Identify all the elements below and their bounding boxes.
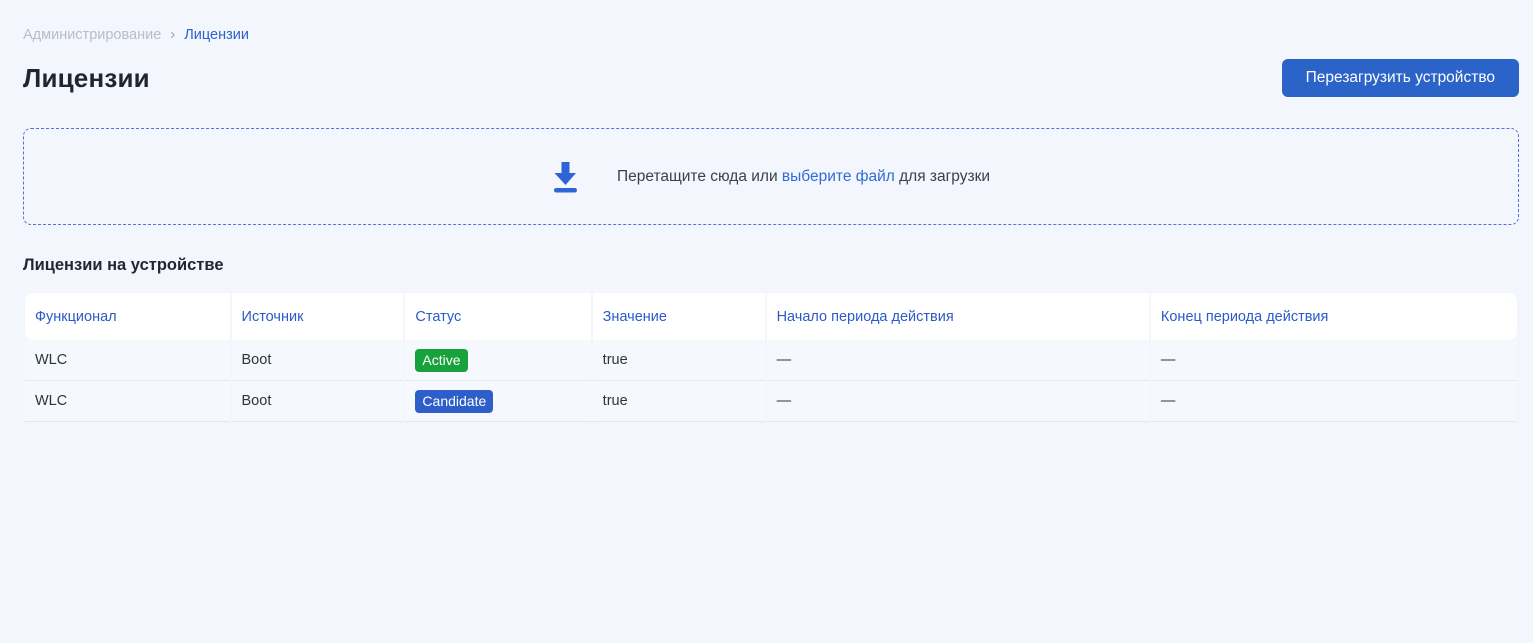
dropzone-text-after: для загрузки (894, 167, 991, 185)
file-dropzone[interactable]: Перетащите сюда или выберите файл для за… (23, 128, 1519, 225)
column-header-value: Значение (592, 293, 765, 340)
download-icon (553, 161, 577, 192)
status-badge: Active (415, 348, 468, 372)
cell-end: — (1150, 381, 1517, 422)
cell-source: Boot (231, 340, 404, 381)
cell-end: — (1150, 340, 1517, 381)
cell-status: Candidate (405, 381, 591, 422)
page-title: Лицензии (23, 62, 150, 93)
cell-value: true (592, 381, 765, 422)
table-header-row: Функционал Источник Статус Значение Нача… (25, 293, 1517, 340)
cell-functional: WLC (25, 381, 230, 422)
choose-file-link[interactable]: выберите файл (782, 168, 895, 185)
dropzone-text: Перетащите сюда или выберите файл для за… (617, 168, 990, 186)
column-header-end: Конец периода действия (1150, 293, 1517, 340)
breadcrumb-item-licenses[interactable]: Лицензии (184, 27, 249, 43)
dropzone-content: Перетащите сюда или выберите файл для за… (552, 161, 990, 193)
cell-value: true (592, 340, 765, 381)
title-row: Лицензии Перезагрузить устройство (23, 59, 1519, 97)
reboot-device-button[interactable]: Перезагрузить устройство (1281, 59, 1519, 97)
cell-start: — (766, 340, 1149, 381)
cell-functional: WLC (25, 340, 230, 381)
licenses-table: Функционал Источник Статус Значение Нача… (23, 293, 1519, 422)
cell-status: Active (405, 340, 591, 381)
chevron-right-icon: › (170, 25, 176, 43)
status-badge: Candidate (415, 389, 494, 413)
cell-start: — (766, 381, 1149, 422)
column-header-source: Источник (231, 293, 404, 340)
table-row: WLC Boot Candidate true — — (25, 381, 1517, 422)
page-content: Администрирование › Лицензии Лицензии Пе… (0, 0, 1533, 422)
breadcrumb: Администрирование › Лицензии (23, 0, 1519, 44)
breadcrumb-item-administration[interactable]: Администрирование (23, 27, 161, 43)
licenses-section-title: Лицензии на устройстве (23, 256, 224, 274)
table-row: WLC Boot Active true — — (25, 340, 1517, 381)
column-header-status: Статус (405, 293, 591, 340)
cell-source: Boot (231, 381, 404, 422)
column-header-start: Начало периода действия (766, 293, 1149, 340)
dropzone-text-before: Перетащите сюда или (616, 167, 782, 185)
column-header-functional: Функционал (25, 293, 230, 340)
